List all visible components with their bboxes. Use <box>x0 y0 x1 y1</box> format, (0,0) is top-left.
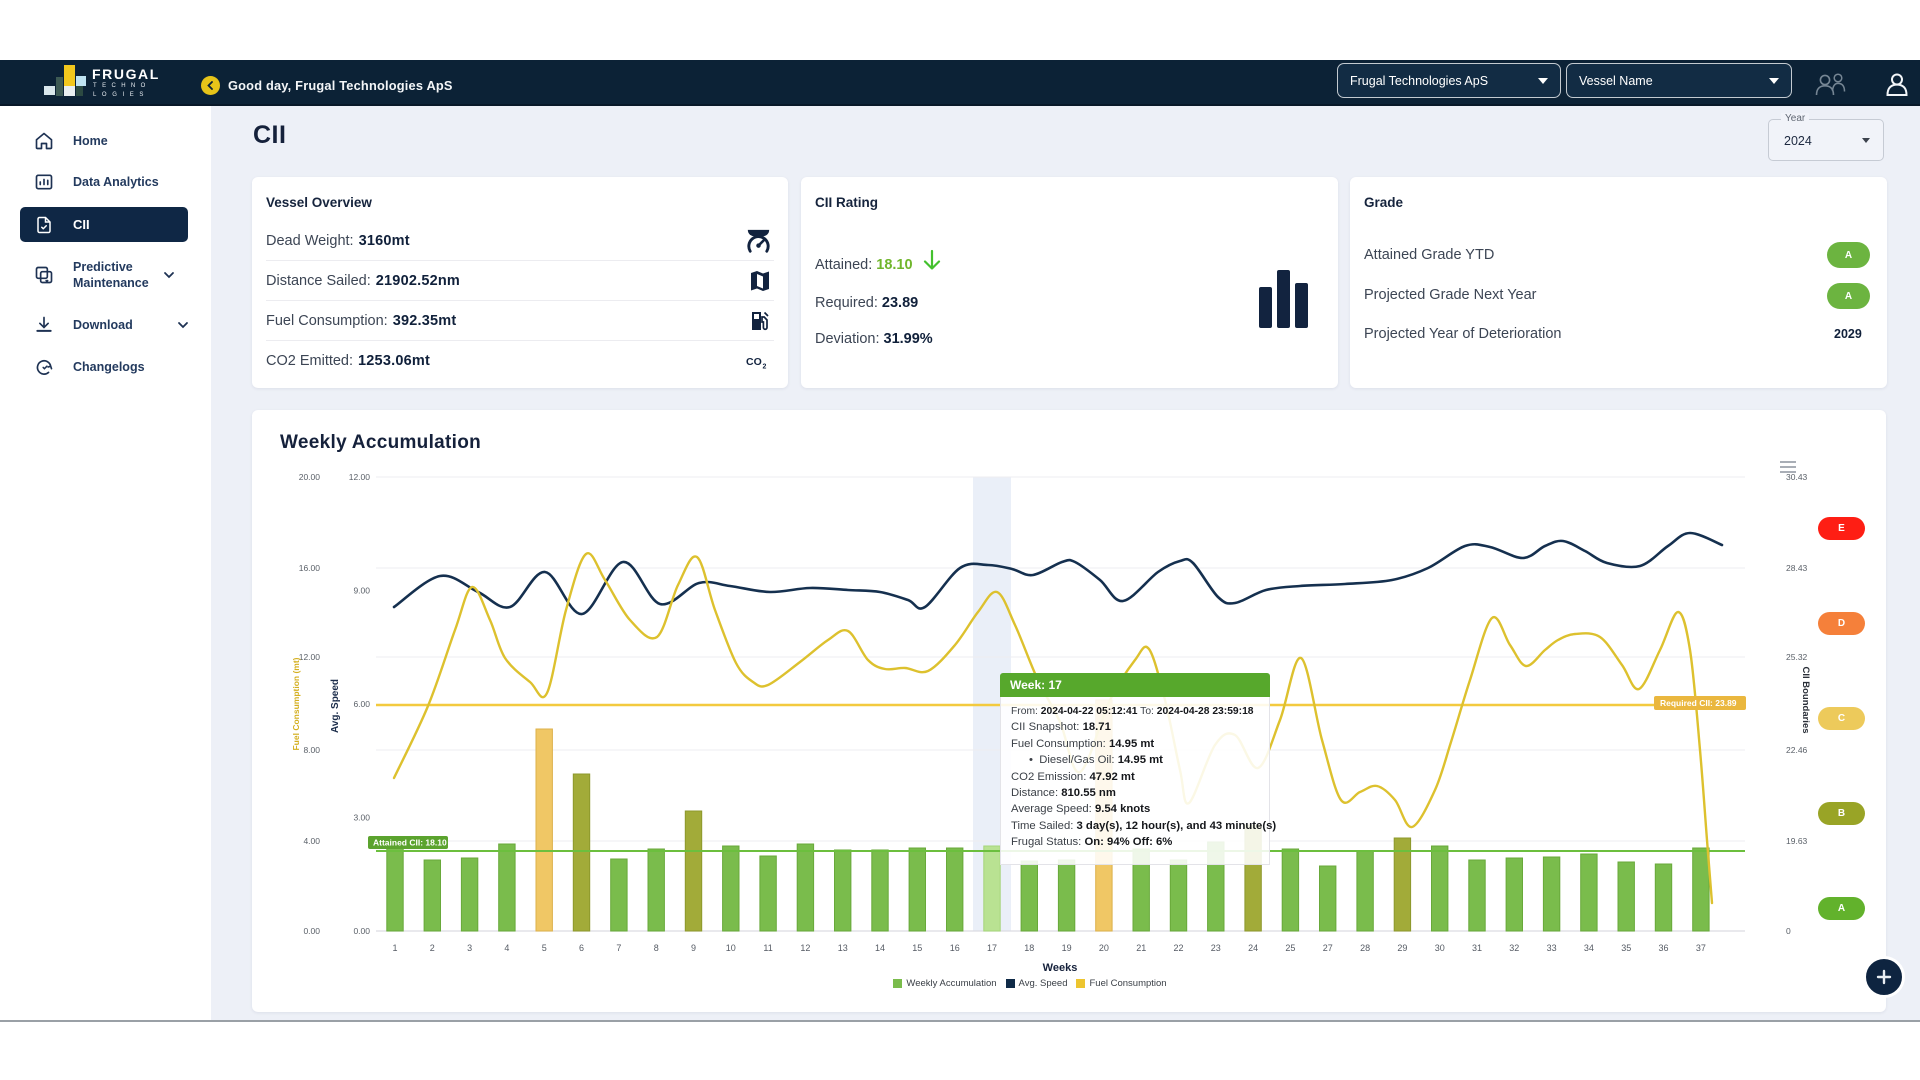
svg-text:30: 30 <box>1435 943 1445 953</box>
svg-text:14: 14 <box>875 943 885 953</box>
svg-text:6: 6 <box>579 943 584 953</box>
svg-text:19.63: 19.63 <box>1786 836 1808 846</box>
svg-text:20.00: 20.00 <box>299 472 321 482</box>
svg-text:31: 31 <box>1472 943 1482 953</box>
svg-text:7: 7 <box>616 943 621 953</box>
svg-text:32: 32 <box>1509 943 1519 953</box>
svg-text:16: 16 <box>950 943 960 953</box>
svg-text:9.00: 9.00 <box>353 586 370 596</box>
svg-text:20: 20 <box>1099 943 1109 953</box>
svg-text:25.32: 25.32 <box>1786 652 1808 662</box>
svg-text:23: 23 <box>1211 943 1221 953</box>
svg-text:37: 37 <box>1696 943 1706 953</box>
svg-text:22: 22 <box>1173 943 1183 953</box>
svg-text:0.00: 0.00 <box>303 926 320 936</box>
svg-text:27: 27 <box>1323 943 1333 953</box>
svg-text:8.00: 8.00 <box>303 745 320 755</box>
svg-text:12.00: 12.00 <box>299 652 321 662</box>
svg-text:35: 35 <box>1621 943 1631 953</box>
svg-text:6.00: 6.00 <box>353 699 370 709</box>
svg-text:4.00: 4.00 <box>303 836 320 846</box>
svg-text:CII Boundaries: CII Boundaries <box>1800 666 1811 733</box>
svg-text:17: 17 <box>987 943 997 953</box>
svg-text:19: 19 <box>1062 943 1072 953</box>
svg-text:15: 15 <box>912 943 922 953</box>
svg-text:25: 25 <box>1285 943 1295 953</box>
svg-text:Weeks: Weeks <box>1043 962 1078 974</box>
svg-text:12: 12 <box>800 943 810 953</box>
svg-text:11: 11 <box>763 943 772 953</box>
svg-text:5: 5 <box>542 943 547 953</box>
svg-text:12.00: 12.00 <box>349 472 371 482</box>
svg-text:30.43: 30.43 <box>1786 472 1808 482</box>
svg-text:28: 28 <box>1360 943 1370 953</box>
svg-text:18: 18 <box>1024 943 1034 953</box>
svg-text:0.00: 0.00 <box>353 926 370 936</box>
svg-text:Required CII: 23.89: Required CII: 23.89 <box>1660 698 1737 708</box>
svg-text:24: 24 <box>1248 943 1258 953</box>
svg-text:21: 21 <box>1136 943 1146 953</box>
svg-text:0: 0 <box>1786 926 1791 936</box>
svg-text:CO: CO <box>746 356 762 368</box>
svg-text:4: 4 <box>504 943 509 953</box>
svg-text:Attained CII: 18.10: Attained CII: 18.10 <box>373 838 447 848</box>
svg-text:33: 33 <box>1547 943 1557 953</box>
svg-text:22.46: 22.46 <box>1786 745 1808 755</box>
svg-text:1: 1 <box>392 943 397 953</box>
svg-text:29: 29 <box>1397 943 1407 953</box>
svg-text:16.00: 16.00 <box>299 563 321 573</box>
svg-text:10: 10 <box>726 943 736 953</box>
svg-text:9: 9 <box>691 943 696 953</box>
svg-text:Fuel Consumption (mt): Fuel Consumption (mt) <box>291 657 301 750</box>
svg-text:28.43: 28.43 <box>1786 563 1808 573</box>
svg-text:2: 2 <box>430 943 435 953</box>
svg-text:8: 8 <box>654 943 659 953</box>
svg-text:36: 36 <box>1658 943 1668 953</box>
svg-text:3: 3 <box>467 943 472 953</box>
svg-text:2: 2 <box>763 364 767 371</box>
svg-text:3.00: 3.00 <box>353 813 370 823</box>
svg-text:Avg. Speed: Avg. Speed <box>330 679 341 733</box>
svg-text:34: 34 <box>1584 943 1594 953</box>
svg-text:13: 13 <box>838 943 848 953</box>
